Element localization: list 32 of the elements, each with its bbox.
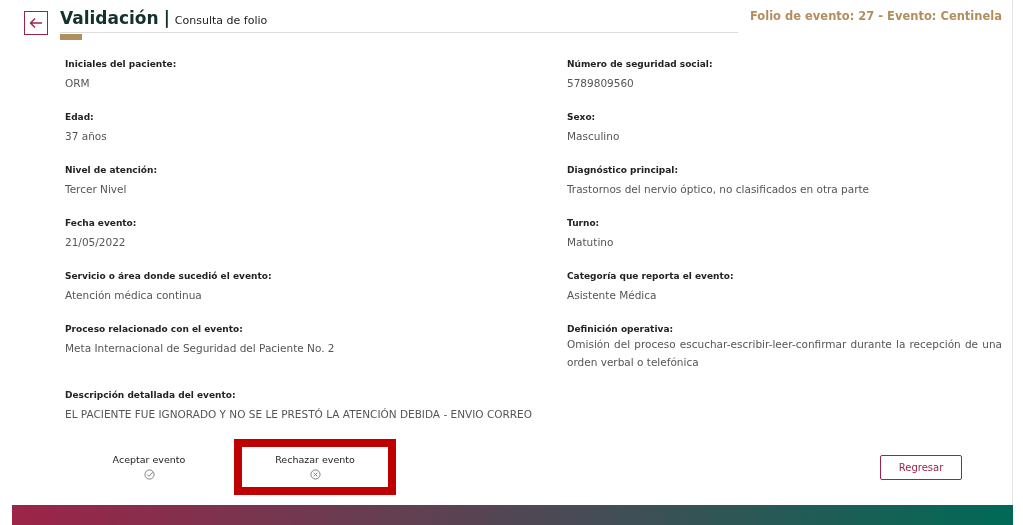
field-value: Tercer Nivel xyxy=(65,182,128,197)
field-label: Proceso relacionado con el evento: xyxy=(65,324,244,334)
field-label: Definición operativa: xyxy=(567,324,675,334)
field-value: 37 años xyxy=(65,129,108,144)
field-value: Asistente Médica xyxy=(567,288,658,303)
back-button[interactable]: Regresar xyxy=(880,454,962,480)
field-value: 5789809560 xyxy=(567,76,635,91)
field-label: Edad: xyxy=(65,112,95,122)
field-label: Categoría que reporta el evento: xyxy=(567,271,735,281)
field-value: 21/05/2022 xyxy=(65,235,127,250)
field-value: Masculino xyxy=(567,129,621,144)
field-value: Matutino xyxy=(567,235,615,250)
field-label: Diagnóstico principal: xyxy=(567,165,680,175)
field-value: Atención médica continua xyxy=(65,288,203,303)
field-label: Servicio o área donde sucedió el evento: xyxy=(65,271,273,281)
page-title: Validación xyxy=(59,8,159,28)
field-label: Nivel de atención: xyxy=(65,165,158,175)
field-label: Número de seguridad social: xyxy=(567,59,714,69)
field-label: Fecha evento: xyxy=(65,218,138,228)
field-value: Meta Internacional de Seguridad del Paciente No. 2 xyxy=(65,341,336,356)
field-value: ORM xyxy=(65,76,91,91)
field-value: Omisión del proceso escuchar-escribir-leer-confirmar durante la recepción de una orden verbal o telefónica xyxy=(567,337,1002,370)
field-label: Iniciales del paciente: xyxy=(65,59,178,69)
field-value: Trastornos del nervio óptico, no clasificados en otra parte xyxy=(567,182,871,197)
reject-button[interactable]: Rechazar evento xyxy=(234,439,396,495)
title-separator: | xyxy=(163,8,170,28)
folio-label: Folio de evento: 27 - Evento: Centinela xyxy=(749,9,1002,23)
field-label: Turno: xyxy=(567,218,601,228)
page-subtitle: Consulta de folio xyxy=(174,14,268,27)
field-label: Sexo: xyxy=(567,112,597,122)
field-label: Descripción detallada del evento: xyxy=(65,390,237,400)
field-value: EL PACIENTE FUE IGNORADO Y NO SE LE PRESTÓ LA ATENCIÓN DEBIDA - ENVIO CORREO xyxy=(65,407,533,422)
